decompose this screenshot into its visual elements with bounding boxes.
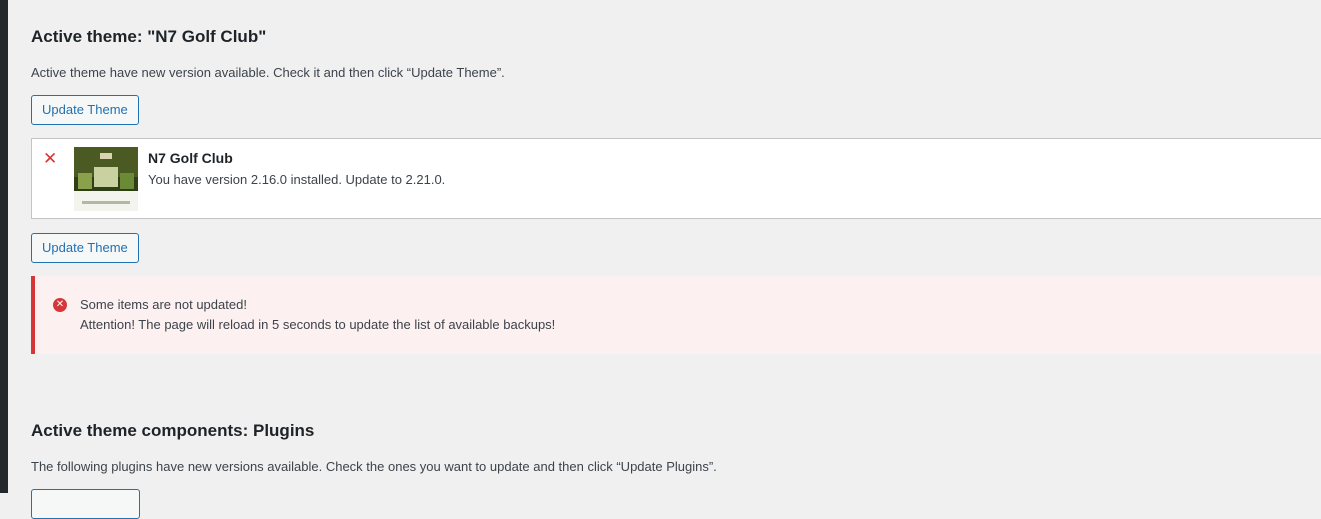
- error-notice: ✕ Some items are not updated! Attention!…: [31, 276, 1321, 354]
- notice-line-1: Some items are not updated!: [80, 297, 247, 312]
- notice-line-2: Attention! The page will reload in 5 sec…: [80, 317, 556, 332]
- active-theme-description: Active theme have new version available.…: [31, 65, 505, 80]
- update-theme-button-bottom[interactable]: Update Theme: [31, 233, 139, 263]
- update-theme-button-top[interactable]: Update Theme: [31, 95, 139, 125]
- remove-icon[interactable]: ✕: [43, 150, 57, 168]
- update-plugins-button[interactable]: [31, 489, 140, 519]
- theme-thumbnail: [74, 147, 138, 211]
- theme-version-info: You have version 2.16.0 installed. Updat…: [148, 172, 446, 187]
- active-theme-heading: Active theme: "N7 Golf Club": [31, 27, 267, 46]
- admin-menu-edge: [0, 0, 8, 493]
- theme-name: N7 Golf Club: [148, 150, 233, 166]
- theme-update-row: ✕ N7 Golf Club You have version 2.16.0 i…: [31, 138, 1321, 219]
- plugins-heading: Active theme components: Plugins: [31, 421, 315, 440]
- plugins-description: The following plugins have new versions …: [31, 459, 717, 474]
- error-icon: ✕: [53, 298, 67, 312]
